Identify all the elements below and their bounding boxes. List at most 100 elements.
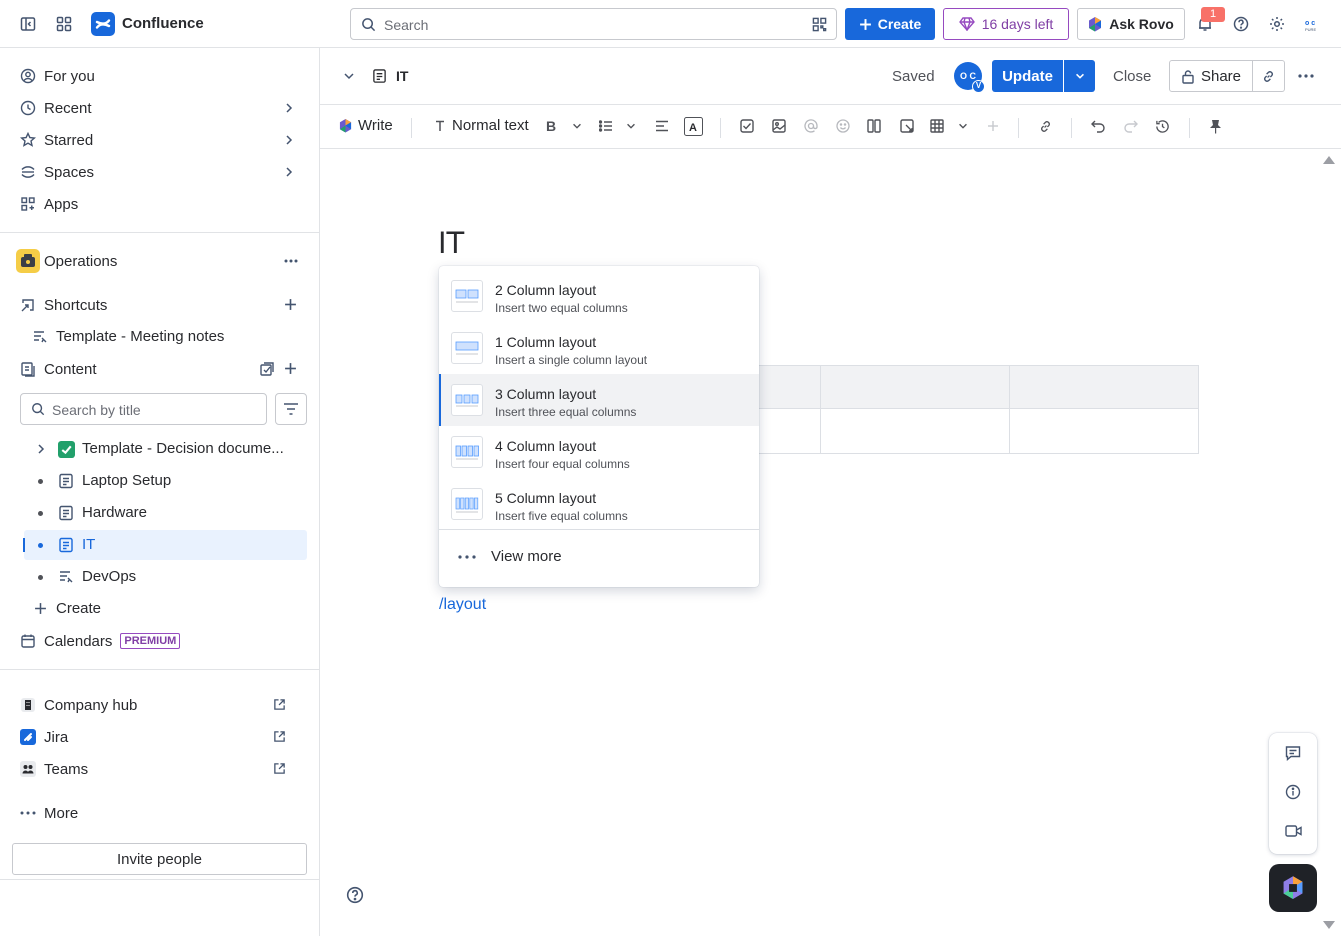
svg-text:o c: o c bbox=[1305, 20, 1315, 27]
text-style-dropdown[interactable]: Normal text bbox=[435, 117, 529, 134]
help-circle-icon[interactable] bbox=[346, 886, 364, 904]
create-from-template-icon[interactable] bbox=[259, 361, 275, 377]
chevron-right-icon[interactable] bbox=[35, 442, 47, 456]
company-hub-icon bbox=[20, 697, 36, 713]
search-by-title-input[interactable]: Search by title bbox=[20, 393, 267, 425]
sidebar-divider bbox=[0, 232, 320, 233]
profile-avatar-icon[interactable]: o c PURE bbox=[1299, 10, 1327, 38]
menu-option-3-column-layout[interactable]: 3 Column layout Insert three equal colum… bbox=[439, 374, 759, 426]
three-column-layout-icon bbox=[451, 384, 483, 416]
menu-option-5-column-layout[interactable]: 5 Column layout Insert five equal column… bbox=[439, 478, 759, 530]
external-link-icon bbox=[273, 698, 286, 711]
notification-count-badge: 1 bbox=[1201, 7, 1225, 22]
update-options-button[interactable] bbox=[1064, 60, 1095, 92]
product-name[interactable]: Confluence bbox=[122, 15, 204, 32]
redo-icon[interactable] bbox=[1123, 119, 1138, 133]
comment-icon[interactable] bbox=[1285, 745, 1301, 761]
version-history-icon[interactable] bbox=[1155, 119, 1170, 134]
tree-item-decision-template[interactable]: Template - Decision docume... bbox=[24, 434, 307, 464]
trial-days-button[interactable]: 16 days left bbox=[943, 8, 1069, 40]
sidebar-item-jira[interactable]: Jira bbox=[12, 722, 308, 752]
action-item-icon[interactable] bbox=[740, 119, 754, 133]
tree-item-hardware[interactable]: Hardware bbox=[24, 498, 307, 528]
chevron-down-icon[interactable] bbox=[957, 120, 969, 132]
breadcrumb-page-title[interactable]: IT bbox=[396, 68, 408, 84]
rovo-icon bbox=[1088, 16, 1102, 32]
search-filter-icon[interactable] bbox=[812, 17, 827, 32]
top-navigation-bar: Confluence Search Create 16 days left As… bbox=[0, 0, 1341, 48]
copy-link-button[interactable] bbox=[1253, 60, 1285, 92]
align-left-icon[interactable] bbox=[655, 120, 669, 132]
write-mode-button[interactable]: Write bbox=[339, 117, 393, 134]
insert-more-plus-icon[interactable] bbox=[987, 120, 999, 132]
insert-element-icon[interactable] bbox=[900, 119, 914, 133]
rovo-icon bbox=[1282, 876, 1304, 900]
tree-item-devops[interactable]: DevOps bbox=[24, 562, 307, 592]
global-search-input[interactable]: Search bbox=[350, 8, 837, 40]
chevron-down-icon[interactable] bbox=[625, 120, 637, 132]
sidebar-item-company-hub[interactable]: Company hub bbox=[12, 690, 308, 720]
sidebar-item-calendars[interactable]: Calendars PREMIUM bbox=[12, 626, 308, 656]
sidebar-item-teams[interactable]: Teams bbox=[12, 754, 308, 784]
table-icon[interactable] bbox=[930, 119, 944, 133]
sidebar-item-apps[interactable]: Apps bbox=[12, 189, 308, 219]
search-icon bbox=[31, 402, 45, 416]
shortcut-item-meeting-notes[interactable]: Template - Meeting notes bbox=[24, 322, 307, 352]
slash-command-text[interactable]: /layout bbox=[439, 596, 486, 614]
create-button[interactable]: Create bbox=[845, 8, 935, 40]
text-color-icon[interactable]: A bbox=[684, 117, 703, 136]
menu-option-1-column-layout[interactable]: 1 Column layout Insert a single column l… bbox=[439, 322, 759, 374]
filter-button[interactable] bbox=[275, 393, 307, 425]
page-title[interactable]: IT bbox=[438, 226, 464, 260]
create-page-link[interactable]: Create bbox=[28, 594, 311, 624]
menu-option-4-column-layout[interactable]: 4 Column layout Insert four equal column… bbox=[439, 426, 759, 478]
info-icon[interactable] bbox=[1285, 784, 1301, 800]
external-link-icon bbox=[273, 730, 286, 743]
teams-icon bbox=[20, 761, 36, 777]
image-icon[interactable] bbox=[772, 119, 786, 133]
tree-item-it-selected[interactable]: IT bbox=[23, 530, 307, 560]
sidebar-item-spaces[interactable]: Spaces bbox=[12, 157, 308, 187]
settings-gear-icon[interactable] bbox=[1263, 10, 1291, 38]
undo-icon[interactable] bbox=[1091, 119, 1106, 133]
tree-item-laptop-setup[interactable]: Laptop Setup bbox=[24, 466, 307, 496]
update-button[interactable]: Update bbox=[992, 60, 1063, 92]
sidebar-item-for-you[interactable]: For you bbox=[12, 61, 308, 91]
invite-people-button[interactable]: Invite people bbox=[12, 843, 307, 875]
search-icon bbox=[361, 17, 376, 32]
layout-columns-icon[interactable] bbox=[867, 119, 881, 133]
ask-rovo-button[interactable]: Ask Rovo bbox=[1077, 8, 1185, 40]
confluence-logo-icon[interactable] bbox=[91, 12, 115, 36]
more-actions-icon[interactable] bbox=[1298, 74, 1314, 78]
chevron-down-icon[interactable] bbox=[571, 120, 583, 132]
link-icon[interactable] bbox=[1038, 119, 1053, 134]
sidebar-toggle-icon[interactable] bbox=[14, 10, 42, 38]
add-content-icon[interactable] bbox=[284, 362, 297, 375]
share-button[interactable]: Share bbox=[1169, 60, 1253, 92]
sidebar-item-content[interactable]: Content bbox=[12, 354, 308, 384]
rovo-chat-button[interactable] bbox=[1269, 864, 1317, 912]
sidebar-item-starred[interactable]: Starred bbox=[12, 125, 308, 155]
sidebar-item-shortcuts[interactable]: Shortcuts bbox=[12, 290, 308, 320]
mention-icon[interactable] bbox=[804, 119, 818, 133]
space-header-operations[interactable]: Operations bbox=[12, 246, 308, 276]
bullet-list-icon[interactable] bbox=[599, 120, 613, 132]
content-icon bbox=[20, 361, 36, 377]
emoji-icon[interactable] bbox=[836, 119, 850, 133]
pin-toolbar-icon[interactable] bbox=[1209, 119, 1222, 134]
chevron-down-icon[interactable] bbox=[342, 69, 356, 83]
video-camera-icon[interactable] bbox=[1285, 824, 1302, 838]
close-button[interactable]: Close bbox=[1113, 68, 1151, 85]
add-shortcut-icon[interactable] bbox=[284, 298, 297, 311]
view-more-option[interactable]: View more bbox=[491, 548, 562, 565]
app-switcher-icon[interactable] bbox=[50, 10, 78, 38]
more-actions-icon[interactable] bbox=[284, 259, 298, 263]
sidebar-item-more[interactable]: More bbox=[12, 798, 308, 828]
sidebar-item-recent[interactable]: Recent bbox=[12, 93, 308, 123]
help-icon[interactable] bbox=[1227, 10, 1255, 38]
bold-icon[interactable]: B bbox=[546, 119, 557, 132]
scroll-down-arrow-icon[interactable] bbox=[1322, 920, 1336, 930]
scroll-up-arrow-icon[interactable] bbox=[1322, 155, 1336, 165]
menu-option-2-column-layout[interactable]: 2 Column layout Insert two equal columns bbox=[439, 270, 759, 322]
plus-icon bbox=[34, 602, 47, 615]
